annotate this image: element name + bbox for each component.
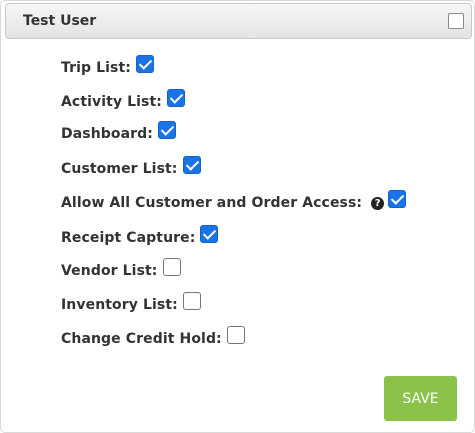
select-all-checkbox[interactable] xyxy=(448,13,464,29)
user-permissions-panel: Test User Trip List: Activity List: Dash… xyxy=(0,0,475,433)
dashboard-checkbox[interactable] xyxy=(157,121,176,139)
inventory-list-checkbox[interactable] xyxy=(182,292,201,310)
receipt-capture-checkbox[interactable] xyxy=(200,225,219,243)
customer-list-checkbox[interactable] xyxy=(182,156,201,174)
save-button[interactable]: SAVE xyxy=(384,376,457,421)
permission-row-dashboard: Dashboard: xyxy=(61,121,176,145)
permission-row-all-customer-order-access: Allow All Customer and Order Access: ? xyxy=(61,190,407,214)
trip-list-checkbox[interactable] xyxy=(135,55,154,73)
permission-row-inventory-list: Inventory List: xyxy=(61,292,201,316)
panel-title: Test User xyxy=(23,13,97,29)
permission-label: Customer List: xyxy=(61,161,178,177)
permission-row-change-credit-hold: Change Credit Hold: xyxy=(61,326,245,350)
permission-row-receipt-capture: Receipt Capture: xyxy=(61,225,219,249)
permission-label: Trip List: xyxy=(61,60,131,76)
permission-label: Inventory List: xyxy=(61,297,178,313)
change-credit-hold-checkbox[interactable] xyxy=(226,326,245,344)
permission-label: Receipt Capture: xyxy=(61,230,196,246)
all-customer-order-access-checkbox[interactable] xyxy=(388,190,407,208)
activity-list-checkbox[interactable] xyxy=(167,89,185,107)
permission-label: Change Credit Hold: xyxy=(61,331,222,347)
permission-label: Allow All Customer and Order Access: xyxy=(61,195,363,211)
permission-row-trip-list: Trip List: xyxy=(61,55,154,79)
permission-label: Vendor List: xyxy=(61,263,158,279)
vendor-list-checkbox[interactable] xyxy=(162,258,181,276)
permission-row-customer-list: Customer List: xyxy=(61,156,201,180)
permission-row-activity-list: Activity List: xyxy=(61,89,185,113)
permission-label: Activity List: xyxy=(61,94,162,110)
permission-label: Dashboard: xyxy=(61,126,153,142)
panel-header: Test User xyxy=(5,3,472,39)
question-circle-icon[interactable]: ? xyxy=(371,196,385,210)
permission-row-vendor-list: Vendor List: xyxy=(61,258,181,282)
